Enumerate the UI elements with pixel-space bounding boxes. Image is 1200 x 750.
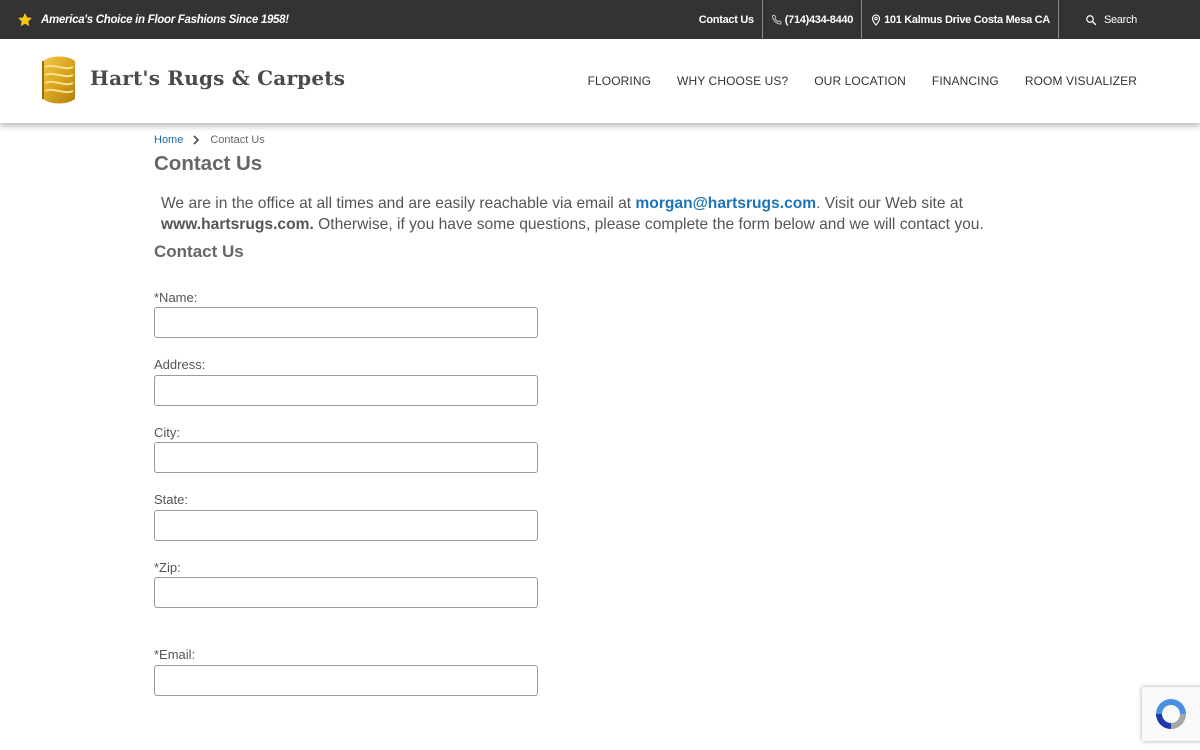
city-field[interactable] <box>154 442 538 473</box>
utility-links: Contact Us (714)434-8440 101 Kalmus Driv… <box>691 0 1200 39</box>
map-pin-icon <box>872 13 881 26</box>
address-label: Address: <box>154 357 206 372</box>
main-nav: FLOORING WHY CHOOSE US? OUR LOCATION FIN… <box>562 39 1137 123</box>
nav-financing[interactable]: FINANCING <box>932 74 999 88</box>
nav-our-location[interactable]: OUR LOCATION <box>814 74 906 88</box>
intro-text-1: We are in the office at all times and ar… <box>161 195 636 212</box>
breadcrumb-home[interactable]: Home <box>154 134 183 146</box>
city-label: City: <box>154 425 180 440</box>
tagline-text: America's Choice in Floor Fashions Since… <box>41 13 289 26</box>
search-icon <box>1086 14 1097 25</box>
site-header: Hart's Rugs & Carpets FLOORING WHY CHOOS… <box>0 39 1200 123</box>
zip-label: *Zip: <box>154 560 181 575</box>
address-text: 101 Kalmus Drive Costa Mesa CA <box>884 13 1050 26</box>
phone-icon <box>771 14 782 25</box>
nav-flooring[interactable]: FLOORING <box>588 74 651 88</box>
state-label: State: <box>154 492 188 507</box>
breadcrumb: Home Contact Us <box>154 134 265 146</box>
phone-link[interactable]: (714)434-8440 <box>763 0 863 39</box>
form-title: Contact Us <box>154 242 244 261</box>
email-label: *Email: <box>154 647 196 662</box>
name-field[interactable] <box>154 307 538 338</box>
intro-text-3: Otherwise, if you have some questions, p… <box>313 216 984 233</box>
state-field[interactable] <box>154 510 538 541</box>
email-field[interactable] <box>154 665 538 696</box>
website-text: www.hartsrugs.com. <box>161 216 314 233</box>
chevron-right-icon <box>193 135 200 145</box>
search-button[interactable]: Search <box>1059 0 1200 39</box>
brand-name: Hart's Rugs & Carpets <box>90 66 346 90</box>
logo-mark-icon <box>42 56 75 104</box>
zip-field[interactable] <box>154 577 538 608</box>
site-logo[interactable]: Hart's Rugs & Carpets <box>39 55 345 105</box>
top-utility-bar: America's Choice in Floor Fashions Since… <box>0 0 1200 39</box>
contact-us-link[interactable]: Contact Us <box>691 0 763 39</box>
address-field[interactable] <box>154 375 538 406</box>
page-title: Contact Us <box>154 152 263 175</box>
address-link[interactable]: 101 Kalmus Drive Costa Mesa CA <box>862 0 1059 39</box>
nav-why-choose-us[interactable]: WHY CHOOSE US? <box>677 74 788 88</box>
intro-text-2: . Visit our Web site at <box>816 195 963 212</box>
name-label: *Name: <box>154 290 198 305</box>
star-icon <box>18 12 32 26</box>
breadcrumb-current: Contact Us <box>210 134 265 146</box>
search-label: Search <box>1103 13 1137 26</box>
contact-us-label: Contact Us <box>698 13 754 26</box>
recaptcha-icon <box>1156 699 1186 729</box>
intro-paragraph: We are in the office at all times and ar… <box>161 193 991 235</box>
phone-number: (714)434-8440 <box>784 13 854 26</box>
tagline: America's Choice in Floor Fashions Since… <box>17 0 289 39</box>
email-link[interactable]: morgan@hartsrugs.com <box>635 195 816 212</box>
recaptcha-badge[interactable] <box>1142 687 1200 741</box>
nav-room-visualizer[interactable]: ROOM VISUALIZER <box>1025 74 1137 88</box>
